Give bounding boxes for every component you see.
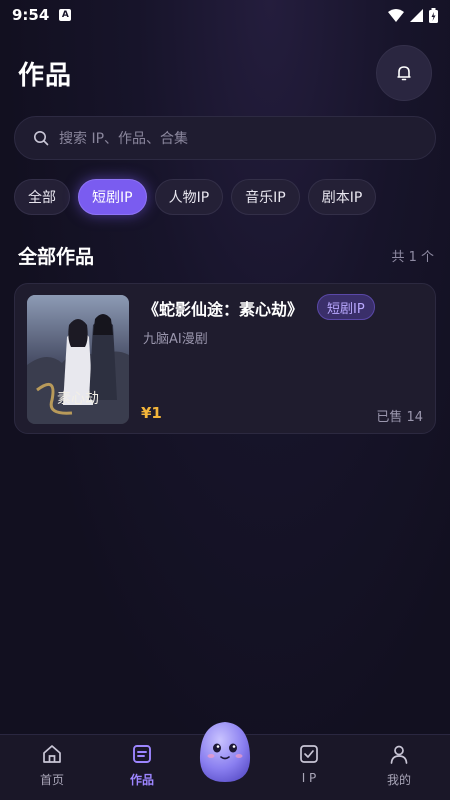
chip-short-drama-ip[interactable]: 短剧IP — [78, 179, 147, 215]
status-icons — [388, 7, 438, 23]
cover-art: 素心劫 — [27, 295, 129, 424]
bell-icon — [397, 66, 411, 81]
page-title: 作品 — [18, 60, 73, 91]
section-title: 全部作品 — [18, 245, 95, 268]
chip-all[interactable]: 全部 — [14, 179, 70, 215]
mascot-icon — [199, 722, 251, 782]
tab-mine-label: 我的 — [386, 773, 411, 787]
section-header: 全部作品 共 1 个 — [18, 240, 434, 270]
cover-title-text: 素心劫 — [57, 391, 99, 407]
tab-ip[interactable]: I P — [279, 743, 339, 785]
user-icon — [390, 745, 408, 764]
search-icon — [34, 131, 49, 146]
home-icon — [43, 745, 61, 763]
notification-button[interactable] — [376, 45, 432, 101]
search-bar[interactable]: 搜索 IP、作品、合集 — [14, 116, 436, 160]
chip-character-ip[interactable]: 人物IP — [154, 179, 224, 215]
work-sold-count: 已售 14 — [376, 410, 423, 425]
work-tag-badge: 短剧IP — [317, 294, 375, 320]
notification-a-icon: A — [59, 9, 72, 21]
signal-icon — [410, 8, 423, 22]
tab-home-label: 首页 — [39, 773, 64, 787]
battery-icon — [429, 7, 438, 23]
status-bar: 9:54 A — [0, 0, 450, 30]
work-title[interactable]: 《蛇影仙途：素心劫》 — [143, 296, 303, 320]
tab-mine[interactable]: 我的 — [369, 743, 429, 788]
tab-ip-label: I P — [301, 771, 317, 785]
tab-home[interactable]: 首页 — [22, 743, 82, 788]
chip-music-ip[interactable]: 音乐IP — [231, 179, 300, 215]
works-icon — [133, 745, 151, 763]
ip-check-icon — [300, 745, 318, 763]
tab-works[interactable]: 作品 — [112, 743, 172, 788]
work-price: ¥1 — [141, 404, 162, 422]
tab-works-label: 作品 — [129, 773, 154, 787]
mascot-center-button[interactable] — [197, 720, 253, 784]
status-time: 9:54 — [12, 6, 50, 24]
category-chips: 全部 短剧IP 人物IP 音乐IP 剧本IP — [14, 179, 377, 215]
work-cover-image: 素心劫 — [27, 295, 129, 424]
chip-script-ip[interactable]: 剧本IP — [307, 179, 377, 215]
section-count: 共 1 个 — [391, 249, 434, 265]
wifi-icon — [388, 8, 404, 22]
work-card[interactable]: 素心劫 《蛇影仙途：素心劫》 短剧IP 九脑AI漫剧 ¥1 已售 14 — [14, 283, 436, 434]
page-header: 作品 — [0, 44, 450, 102]
work-author: 九脑AI漫剧 — [143, 332, 208, 347]
search-input[interactable]: 搜索 IP、作品、合集 — [59, 128, 188, 148]
